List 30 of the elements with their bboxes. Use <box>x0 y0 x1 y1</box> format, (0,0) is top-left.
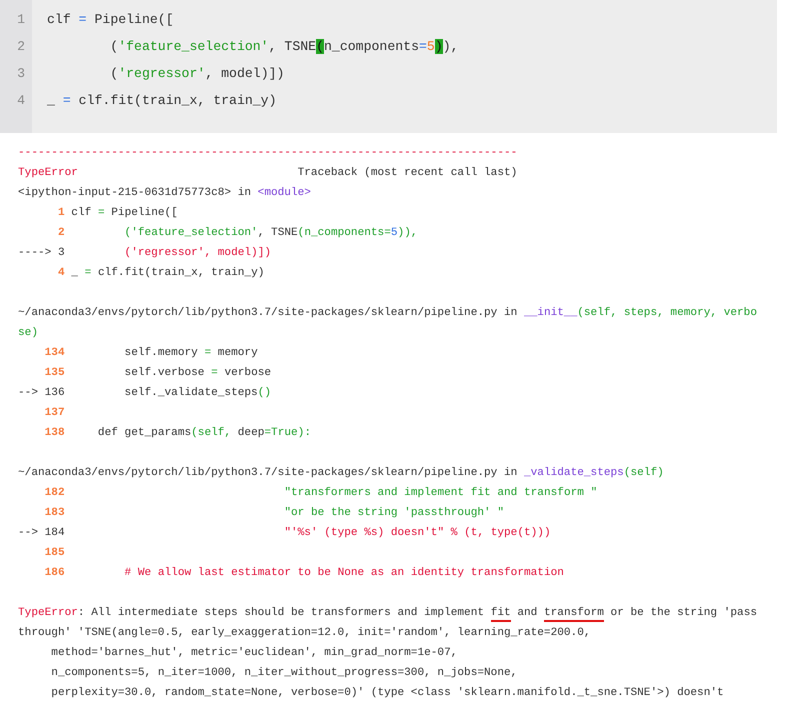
output-line: ~/anaconda3/envs/pytorch/lib/python3.7/site-packages/sklearn/pipeline.py in __init__(self, steps, memory, verbose) <box>18 306 758 341</box>
output-line: method='barnes_hut', metric='euclidean', min_grad_norm=1e-07, <box>50 646 458 661</box>
output-line: perplexity=30.0, random_state=None, verbose=0)' (type <class 'sklearn.manifold._t_sne.TSNE'>) doesn't <box>50 686 725 701</box>
output-line: --------------------------------------------------------------------------- <box>18 146 518 161</box>
output-line: <ipython-input-215-0631d75773c8> in <module> <box>18 186 312 201</box>
traceback-line: 135 self.verbose = verbose <box>44 366 272 381</box>
output-line: TypeError Traceback (most recent call last) <box>18 166 518 181</box>
output-line: n_components=5, n_iter=1000, n_iter_without_progress=300, n_jobs=None, <box>50 666 518 681</box>
traceback-line: 138 def get_params(self, deep=True): <box>44 426 312 441</box>
line-number: 4 <box>16 93 26 110</box>
traceback-line: --> 184 "'%s' (type %s) doesn't" % (t, type(t))) <box>18 526 552 541</box>
traceback-line: 183 "or be the string 'passthrough' " <box>44 506 506 521</box>
traceback-line: 186 # We allow last estimator to be None as an identity transformation <box>44 566 565 581</box>
traceback-line: ----> 3 ('regressor', model)]) <box>18 246 272 261</box>
traceback-line: --> 136 self._validate_steps() <box>18 386 272 401</box>
traceback-line: 182 "transformers and implement fit and transform " <box>44 486 598 501</box>
code-line: ('regressor', model)]) <box>109 66 286 83</box>
traceback-line: 2 ('feature_selection', TSNE(n_components=5)), <box>56 226 419 241</box>
traceback-line: 185 <box>44 546 66 561</box>
line-number: 2 <box>16 39 26 56</box>
traceback-line: 134 self.memory = memory <box>44 346 259 361</box>
traceback-line: 137 <box>44 406 66 421</box>
output-line: ~/anaconda3/envs/pytorch/lib/python3.7/site-packages/sklearn/pipeline.py in _validate_steps(self) <box>18 466 665 481</box>
traceback-line: 4 _ = clf.fit(train_x, train_y) <box>56 266 266 281</box>
code-line: clf = Pipeline([ <box>47 12 175 29</box>
code-line: _ = clf.fit(train_x, train_y) <box>47 93 278 110</box>
code-line: ('feature_selection', TSNE(n_components=5)), <box>109 39 459 56</box>
line-number: 1 <box>16 12 26 29</box>
traceback-line: 1 clf = Pipeline([ <box>56 206 179 221</box>
line-number: 3 <box>16 66 26 83</box>
